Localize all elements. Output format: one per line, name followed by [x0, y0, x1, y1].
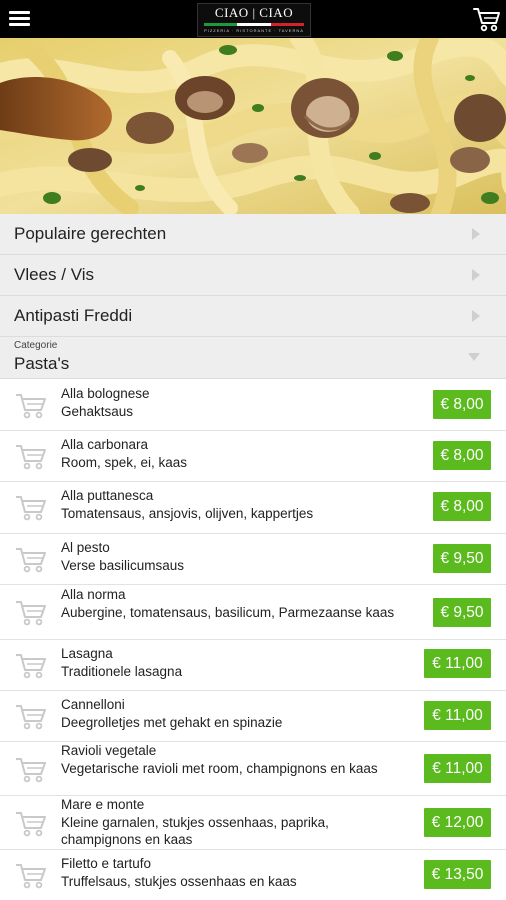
logo-subtitle: PIZZERIA · RISTORANTE · TAVERNA: [204, 28, 304, 33]
category-populaire-gerechten[interactable]: Populaire gerechten: [0, 214, 506, 255]
price-button[interactable]: € 11,00: [424, 754, 491, 783]
product-description: Traditionele lasagna: [61, 664, 183, 679]
category-select-label: Categorie: [14, 340, 58, 351]
category-list: Populaire gerechten Vlees / Vis Antipast…: [0, 214, 506, 379]
product-description: Vegetarische ravioli met room, champigno…: [61, 761, 378, 776]
category-label: Antipasti Freddi: [14, 306, 133, 325]
add-to-cart-icon[interactable]: [14, 702, 48, 730]
product-row[interactable]: Alla puttanesca Tomatensaus, ansjovis, o…: [0, 482, 506, 534]
logo[interactable]: CIAO | CIAO PIZZERIA · RISTORANTE · TAVE…: [197, 3, 311, 37]
add-to-cart-icon[interactable]: [14, 861, 48, 889]
add-to-cart-icon[interactable]: [14, 651, 48, 679]
category-label: Vlees / Vis: [14, 265, 95, 284]
product-row[interactable]: Alla bolognese Gehaktsaus € 8,00: [0, 380, 506, 431]
category-select[interactable]: Categorie Pasta's: [0, 337, 506, 379]
category-vlees-vis[interactable]: Vlees / Vis: [0, 255, 506, 296]
add-to-cart-icon[interactable]: [14, 809, 48, 837]
product-description: Deegrolletjes met gehakt en spinazie: [61, 715, 283, 730]
product-row[interactable]: Alla norma Aubergine, tomatensaus, basil…: [0, 585, 506, 640]
shopping-cart-icon[interactable]: [473, 6, 501, 32]
price-button[interactable]: € 8,00: [433, 441, 491, 470]
add-to-cart-icon[interactable]: [14, 493, 48, 521]
add-to-cart-icon[interactable]: [14, 598, 48, 626]
product-name: Al pesto: [61, 540, 110, 555]
product-description: Kleine garnalen, stukjes ossenhaas, papr…: [61, 815, 329, 847]
chevron-down-icon: [468, 353, 480, 361]
product-description: Gehaktsaus: [61, 404, 134, 419]
product-name: Alla puttanesca: [61, 488, 154, 503]
price-button[interactable]: € 12,00: [424, 808, 491, 837]
price-button[interactable]: € 9,50: [433, 598, 491, 627]
category-select-value: Pasta's: [14, 354, 70, 373]
add-to-cart-icon[interactable]: [14, 545, 48, 573]
product-description: Tomatensaus, ansjovis, olijven, kappertj…: [61, 506, 314, 521]
add-to-cart-icon[interactable]: [14, 391, 48, 419]
product-name: Filetto e tartufo: [61, 856, 152, 871]
product-name: Cannelloni: [61, 697, 125, 712]
top-bar: CIAO | CIAO PIZZERIA · RISTORANTE · TAVE…: [0, 0, 506, 38]
product-row[interactable]: Lasagna Traditionele lasagna € 11,00: [0, 640, 506, 691]
price-button[interactable]: € 8,00: [433, 492, 491, 521]
product-row[interactable]: Alla carbonara Room, spek, ei, kaas € 8,…: [0, 431, 506, 482]
product-row[interactable]: Ravioli vegetale Vegetarische ravioli me…: [0, 742, 506, 796]
category-antipasti-freddi[interactable]: Antipasti Freddi: [0, 296, 506, 337]
product-name: Mare e monte: [61, 797, 145, 812]
product-row[interactable]: Al pesto Verse basilicumsaus € 9,50: [0, 534, 506, 585]
italian-flag-stripe: [204, 23, 304, 26]
product-description: Verse basilicumsaus: [61, 558, 185, 573]
price-button[interactable]: € 9,50: [433, 544, 491, 573]
price-button[interactable]: € 11,00: [424, 649, 491, 678]
product-name: Ravioli vegetale: [61, 743, 157, 758]
product-name: Alla norma: [61, 587, 126, 602]
product-description: Truffelsaus, stukjes ossenhaas en kaas: [61, 874, 297, 889]
product-name: Alla carbonara: [61, 437, 149, 452]
logo-text: CIAO | CIAO: [214, 5, 294, 20]
add-to-cart-icon[interactable]: [14, 755, 48, 783]
chevron-right-icon: [472, 228, 480, 240]
price-button[interactable]: € 8,00: [433, 390, 491, 419]
price-button[interactable]: € 13,50: [424, 860, 491, 889]
add-to-cart-icon[interactable]: [14, 442, 48, 470]
product-row[interactable]: Mare e monte Kleine garnalen, stukjes os…: [0, 796, 506, 850]
product-name: Alla bolognese: [61, 386, 150, 401]
hero-pasta-image: [0, 38, 506, 214]
hamburger-menu-icon[interactable]: [8, 9, 32, 29]
chevron-right-icon: [472, 269, 480, 281]
price-button[interactable]: € 11,00: [424, 701, 491, 730]
category-label: Populaire gerechten: [14, 224, 167, 243]
product-description: Aubergine, tomatensaus, basilicum, Parme…: [61, 605, 395, 620]
product-description: Room, spek, ei, kaas: [61, 455, 188, 470]
product-row[interactable]: Cannelloni Deegrolletjes met gehakt en s…: [0, 691, 506, 742]
product-list: Alla bolognese Gehaktsaus € 8,00 Alla ca…: [0, 380, 506, 900]
chevron-right-icon: [472, 310, 480, 322]
product-row[interactable]: Filetto e tartufo Truffelsaus, stukjes o…: [0, 850, 506, 900]
product-name: Lasagna: [61, 646, 113, 661]
